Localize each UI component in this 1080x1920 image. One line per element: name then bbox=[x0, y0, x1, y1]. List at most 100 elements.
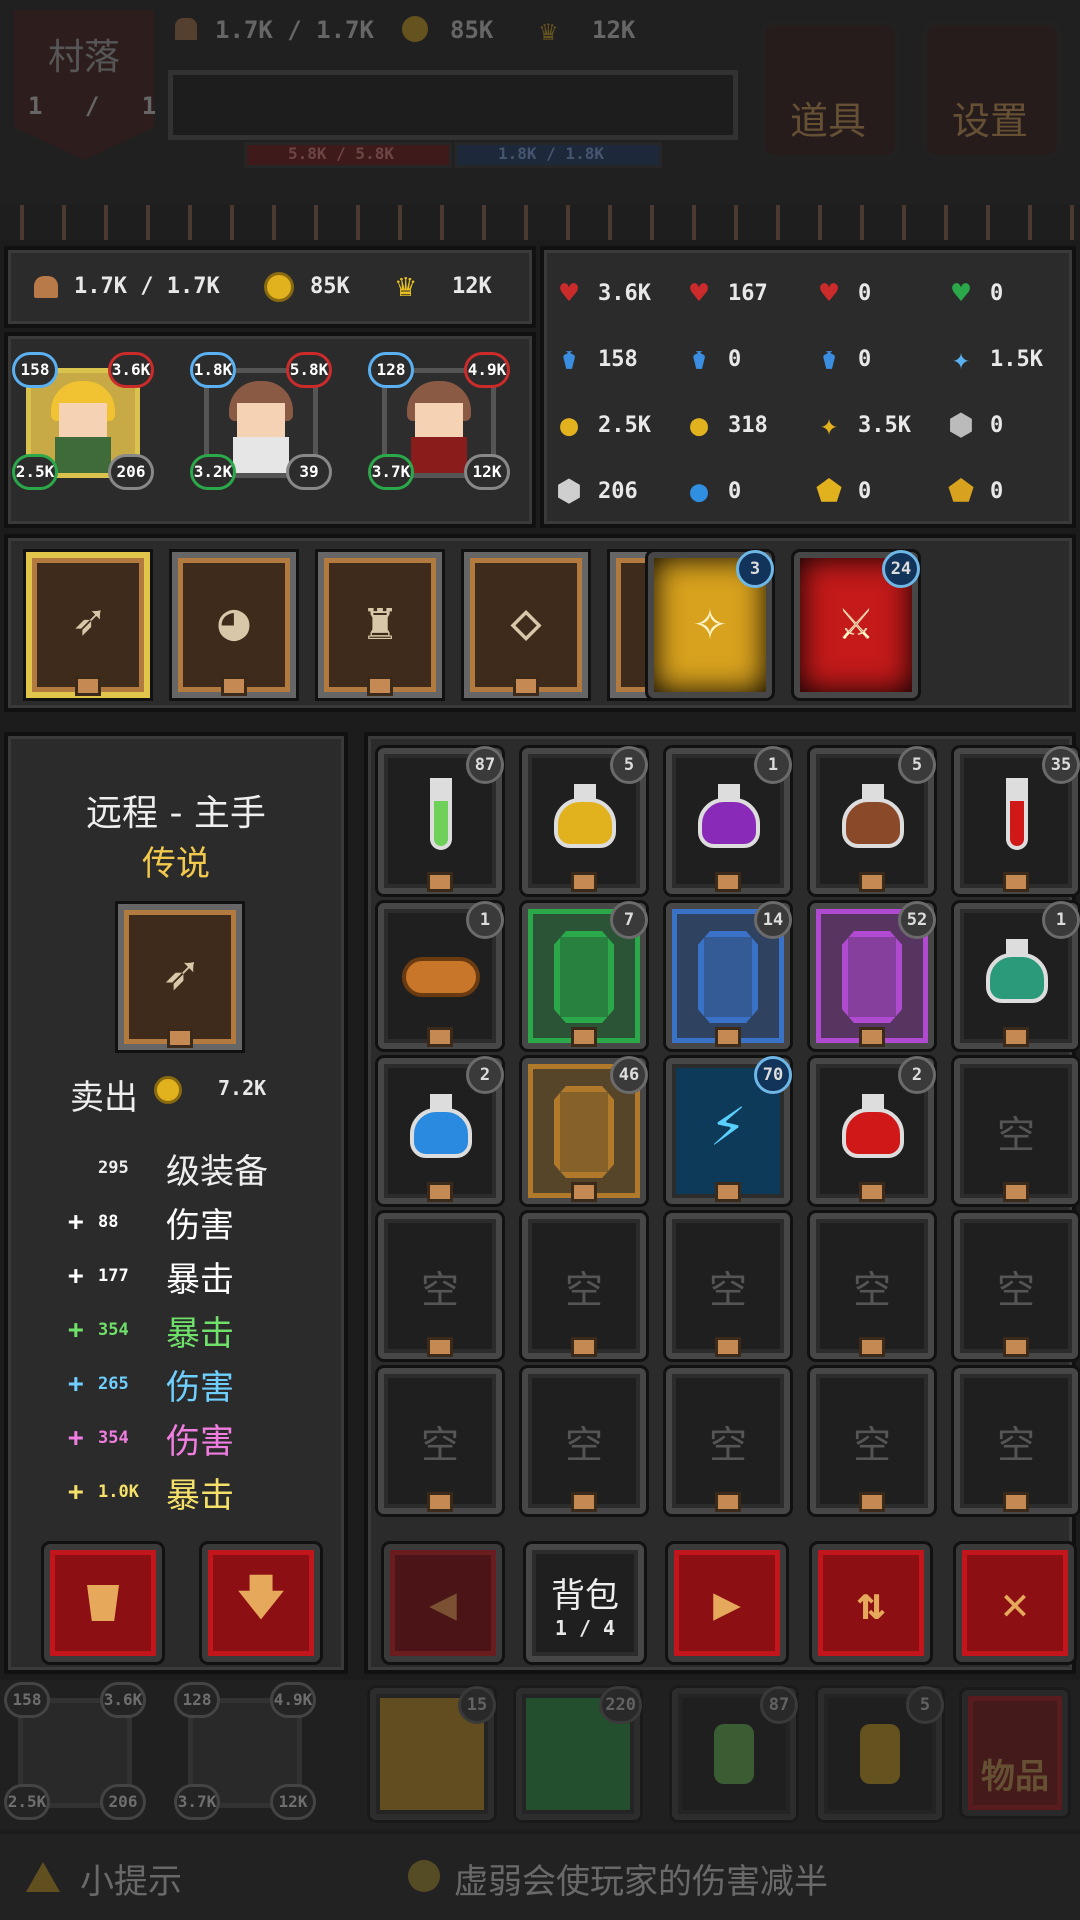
stat-value: 0 bbox=[990, 478, 1004, 504]
lock-icon bbox=[571, 1182, 597, 1202]
bag-slot[interactable]: 14 bbox=[666, 901, 792, 1049]
item-count-badge: 35 bbox=[1042, 746, 1080, 784]
bag-slot[interactable]: 46 bbox=[522, 1056, 648, 1204]
lock-icon bbox=[715, 1337, 741, 1357]
lock-icon bbox=[1003, 1492, 1029, 1512]
hero-card[interactable]: 128 4.9K 3.7K 12K bbox=[368, 352, 510, 490]
item-rarity: 传说 bbox=[142, 844, 210, 884]
bonus-amount: 354 bbox=[98, 1428, 129, 1448]
empty-slot-label: 空 bbox=[996, 1423, 1035, 1467]
bag-slot-empty[interactable]: 空 bbox=[810, 1213, 934, 1359]
equip-slot[interactable]: ◕ bbox=[172, 552, 296, 698]
hero-body bbox=[411, 437, 467, 473]
gem-icon bbox=[842, 931, 902, 1023]
bag-slot[interactable]: 87 bbox=[378, 746, 504, 894]
top-crown-value: 12K bbox=[592, 16, 636, 44]
lock-icon bbox=[859, 872, 885, 892]
hero-card[interactable]: 158 3.6K 2.5K 206 bbox=[12, 352, 154, 490]
empty-slot-label: 空 bbox=[564, 1423, 603, 1467]
bag-slot-empty[interactable]: 空 bbox=[954, 1058, 1078, 1204]
hero-face bbox=[415, 403, 463, 437]
lock-icon bbox=[715, 1027, 741, 1047]
quick-item[interactable]: 5 bbox=[818, 1686, 944, 1820]
potion-icon bbox=[714, 1724, 754, 1784]
lock-icon bbox=[167, 1028, 193, 1048]
hp-bar-text: 5.8K / 5.8K bbox=[288, 144, 394, 163]
bag-slot[interactable]: 35 bbox=[954, 746, 1080, 894]
hero-face bbox=[59, 403, 107, 437]
potion-body bbox=[698, 798, 760, 848]
quick-skill[interactable]: 15 bbox=[370, 1686, 496, 1820]
item-level-text: 级装备 bbox=[166, 1151, 268, 1192]
quick-hero[interactable]: 128 4.9K 3.7K 12K bbox=[174, 1682, 316, 1820]
bag-slot-empty[interactable]: 空 bbox=[522, 1368, 646, 1514]
equip-slot[interactable]: ♜ bbox=[318, 552, 442, 698]
bag-slot[interactable]: 2 bbox=[378, 1056, 504, 1204]
discard-button[interactable] bbox=[44, 1544, 162, 1662]
bag-slot-empty[interactable]: 空 bbox=[954, 1213, 1078, 1359]
bag-slot-empty[interactable]: 空 bbox=[666, 1368, 790, 1514]
items-button[interactable]: 物品 bbox=[962, 1690, 1068, 1816]
bag-slot-empty[interactable]: 空 bbox=[378, 1368, 502, 1514]
stat-bonus-line: +265 伤害 bbox=[68, 1362, 234, 1408]
stat-value: 158 bbox=[598, 346, 638, 372]
equip-slot[interactable]: ◇ bbox=[464, 552, 588, 698]
lightning-rune-icon: ⚡ bbox=[709, 1090, 747, 1160]
stat-item: ✦ 1.5K bbox=[940, 334, 1068, 384]
bag-slot[interactable]: 7 bbox=[522, 901, 648, 1049]
tip-label: 小提示 bbox=[80, 1862, 182, 1902]
bag-slot-empty[interactable]: 空 bbox=[378, 1213, 502, 1359]
next-page-button[interactable]: ▶ bbox=[668, 1544, 786, 1662]
potion-icon bbox=[410, 1094, 472, 1158]
skill-count-badge: 24 bbox=[882, 550, 920, 588]
skill-slot[interactable]: ✧ 3 bbox=[648, 550, 774, 698]
equip-slot[interactable]: ➶ bbox=[26, 552, 150, 698]
bag-slot[interactable]: 2 bbox=[810, 1056, 936, 1204]
bag-slot[interactable]: 1 bbox=[954, 901, 1080, 1049]
gold-damage-icon: ● bbox=[559, 407, 579, 443]
helmet-icon: ◕ bbox=[218, 592, 250, 652]
bag-slot-empty[interactable]: 空 bbox=[522, 1213, 646, 1359]
unequip-button[interactable]: 🡇 bbox=[202, 1544, 320, 1662]
skill-slot[interactable]: ⚔ 24 bbox=[794, 550, 920, 698]
crown-icon: ♛ bbox=[396, 266, 416, 304]
warning-icon bbox=[26, 1862, 60, 1892]
hero-stat-tl: 158 bbox=[4, 1682, 50, 1718]
bag-slot[interactable]: ⚡ 70 bbox=[666, 1056, 792, 1204]
bag-slot[interactable]: 1 bbox=[378, 901, 504, 1049]
bag-slot[interactable]: 5 bbox=[522, 746, 648, 894]
gem-icon bbox=[698, 931, 758, 1023]
bag-slot[interactable]: 1 bbox=[666, 746, 792, 894]
status-box bbox=[168, 70, 738, 140]
bag-slot[interactable]: 5 bbox=[810, 746, 936, 894]
lock-icon bbox=[859, 1492, 885, 1512]
fire-sword-skill-icon: ⚔ bbox=[839, 588, 873, 653]
stat-value: 1.5K bbox=[990, 346, 1043, 372]
sort-button[interactable]: ⇅ bbox=[812, 1544, 930, 1662]
hero-card[interactable]: 1.8K 5.8K 3.2K 39 bbox=[190, 352, 332, 490]
prev-page-button[interactable]: ◀ bbox=[384, 1544, 502, 1662]
bag-slot-empty[interactable]: 空 bbox=[954, 1368, 1078, 1514]
bag-slot-empty[interactable]: 空 bbox=[666, 1213, 790, 1359]
stat-item: ⬢ 206 bbox=[548, 466, 676, 516]
item-count-badge: 2 bbox=[466, 1056, 504, 1094]
hero-stat-br: 12K bbox=[464, 454, 510, 490]
quick-hero[interactable]: 158 3.6K 2.5K 206 bbox=[4, 1682, 146, 1820]
stat-bonus-line: +354 暴击 bbox=[68, 1308, 234, 1354]
item-count-badge: 87 bbox=[466, 746, 504, 784]
weakness-icon bbox=[408, 1860, 440, 1892]
quick-skill[interactable]: 220 bbox=[516, 1686, 642, 1820]
bag-slot[interactable]: 52 bbox=[810, 901, 936, 1049]
stat-item: ⚱ 0 bbox=[678, 334, 806, 384]
mp-bar-text: 1.8K / 1.8K bbox=[498, 144, 604, 163]
armor-icon: ♜ bbox=[364, 592, 396, 652]
quick-item[interactable]: 87 bbox=[672, 1686, 798, 1820]
stat-value: 3.5K bbox=[858, 412, 911, 438]
bag-slot-empty[interactable]: 空 bbox=[810, 1368, 934, 1514]
plus-icon: + bbox=[68, 1369, 84, 1399]
potion-body bbox=[986, 953, 1048, 1003]
hero-stat-tr: 4.9K bbox=[464, 352, 510, 388]
close-button[interactable]: ✕ bbox=[956, 1544, 1074, 1662]
max-mp-icon: ⚱ bbox=[559, 341, 579, 377]
stat-item: ✦ 3.5K bbox=[808, 400, 936, 450]
